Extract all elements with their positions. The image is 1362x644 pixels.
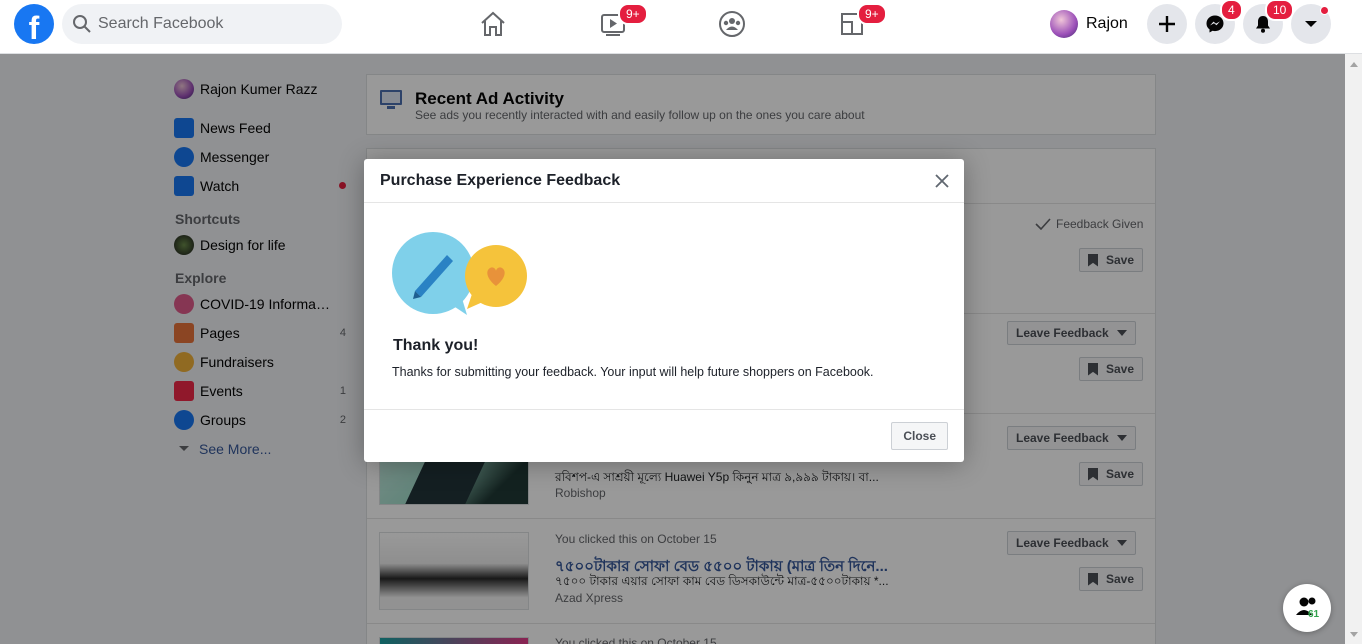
dialog-title: Purchase Experience Feedback (380, 172, 621, 189)
groups-nav-icon[interactable] (716, 8, 748, 40)
purchase-feedback-dialog: Purchase Experience Feedback Thank you! … (364, 159, 964, 462)
profile-name: Rajon (1086, 15, 1128, 32)
top-navigation-bar: f Search Facebook 9+ 9+ Rajon 4 10 (0, 0, 1362, 54)
close-icon[interactable] (932, 171, 952, 191)
plus-icon (1159, 16, 1175, 32)
caret-down-icon (1305, 21, 1317, 27)
page-scrollbar[interactable] (1345, 54, 1362, 644)
dialog-header: Purchase Experience Feedback (364, 159, 964, 203)
gaming-badge: 9+ (857, 3, 887, 25)
account-alert-dot (1320, 6, 1329, 15)
profile-chip[interactable]: Rajon (1050, 6, 1128, 42)
search-placeholder: Search Facebook (98, 15, 224, 32)
thank-you-message: Thanks for submitting your feedback. You… (392, 365, 874, 379)
contacts-button[interactable]: 61 (1283, 584, 1331, 632)
create-button[interactable] (1147, 4, 1187, 44)
messenger-badge: 4 (1220, 0, 1243, 21)
facebook-logo[interactable]: f (14, 4, 54, 44)
thank-you-heading: Thank you! (393, 337, 479, 354)
feedback-illustration (392, 232, 527, 315)
online-contacts-count: 61 (1308, 609, 1320, 620)
watch-badge: 9+ (618, 3, 648, 25)
home-icon[interactable] (477, 8, 509, 40)
dialog-footer: Close (364, 409, 964, 462)
search-box[interactable]: Search Facebook (62, 4, 342, 44)
search-icon (73, 15, 91, 33)
scroll-down-arrow-icon[interactable] (1350, 632, 1358, 637)
notifications-badge: 10 (1265, 0, 1295, 21)
close-button[interactable]: Close (891, 422, 948, 450)
avatar (1050, 10, 1078, 38)
scroll-up-arrow-icon[interactable] (1350, 62, 1358, 67)
